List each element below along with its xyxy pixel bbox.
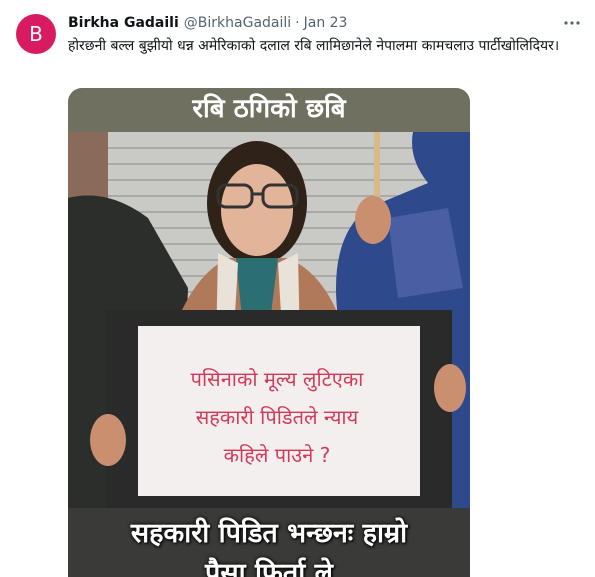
placard-line: पसिनाको मूल्य लुटिएका — [190, 367, 364, 391]
avatar-initial: B — [29, 22, 43, 46]
more-horizontal-icon[interactable] — [560, 14, 584, 32]
placard-text: पसिनाको मूल्य लुटिएका सहकारी पिडितले न्य… — [146, 360, 408, 474]
tweet-header: Birkha Gadaili @BirkhaGadaili · Jan 23 — [68, 14, 347, 32]
photo-illustration — [68, 88, 470, 577]
avatar[interactable]: B — [16, 14, 56, 54]
tweet-image[interactable]: रबि ठगिको छबि पसिनाको मूल्य लुटिएका सहका… — [68, 88, 470, 577]
placard-line: सहकारी पिडितले न्याय — [195, 405, 359, 429]
image-caption: सहकारी पिडित भन्छनः हाम्रो पैसा फिर्ता ल… — [68, 514, 470, 577]
tweet-text: होरछनी बल्ल बुझीयो धन्न अमेरिकाको दलाल र… — [68, 38, 560, 54]
tweet-date[interactable]: Jan 23 — [304, 15, 348, 31]
caption-line: पैसा फिर्ता ले — [205, 558, 333, 577]
tweet[interactable]: B Birkha Gadaili @BirkhaGadaili · Jan 23… — [0, 0, 595, 577]
separator-dot: · — [295, 15, 300, 31]
caption-line: सहकारी पिडित भन्छनः हाम्रो — [130, 518, 408, 549]
display-name[interactable]: Birkha Gadaili — [68, 15, 179, 31]
image-banner-text: रबि ठगिको छबि — [192, 94, 346, 124]
user-handle[interactable]: @BirkhaGadaili — [184, 15, 291, 31]
placard-line: कहिले पाउने ? — [223, 443, 331, 467]
